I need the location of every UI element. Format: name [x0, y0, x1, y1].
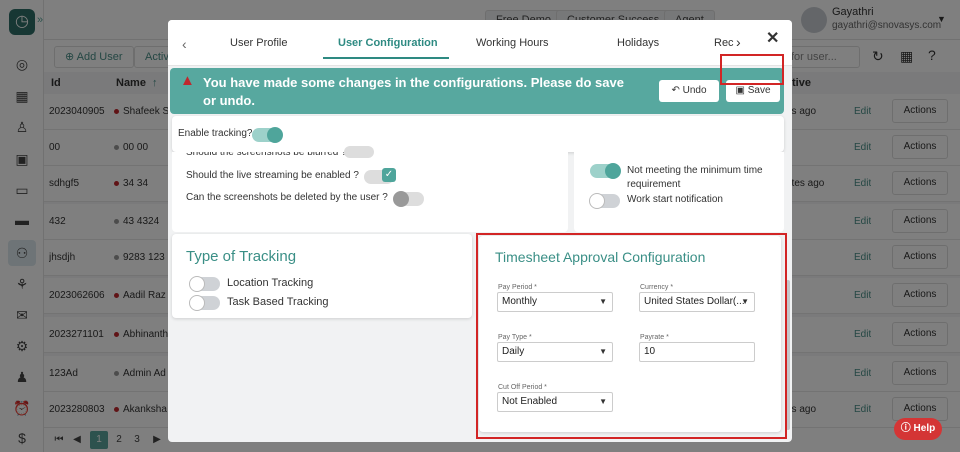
undo-icon: ↶	[671, 85, 683, 96]
check-icon[interactable]: ✓	[382, 168, 396, 182]
chevron-right-icon[interactable]: ›	[736, 34, 750, 50]
min-time-label: Not meeting the minimum time requirement	[627, 165, 763, 190]
undo-label: Undo	[682, 85, 707, 96]
unsaved-changes-banner: ▲ You have made some changes in the conf…	[170, 68, 784, 114]
location-tracking-label: Location Tracking	[227, 277, 314, 289]
warning-icon: ▲	[180, 72, 195, 89]
blur-screenshots-toggle[interactable]	[344, 146, 374, 158]
undo-button[interactable]: ↶ Undo	[659, 80, 719, 102]
delete-screenshots-label: Can the screenshots be deleted by the us…	[186, 192, 388, 203]
tab-working-hours[interactable]: Working Hours	[476, 37, 549, 49]
modal-tabs: ‹ User Profile User Configuration Workin…	[168, 20, 792, 66]
enable-tracking-card: Enable tracking?	[172, 116, 784, 152]
min-time-toggle[interactable]	[590, 163, 621, 179]
chevron-left-icon[interactable]: ‹	[182, 36, 187, 52]
type-of-tracking-title: Type of Tracking	[186, 248, 297, 265]
help-label: Help	[913, 423, 936, 434]
help-icon: ⓘ	[900, 423, 914, 434]
screenshot-settings-panel: Should the screenshots be blurred ? Shou…	[172, 146, 568, 232]
save-label: Save	[747, 85, 771, 96]
work-start-label: Work start notification	[627, 194, 723, 205]
help-button[interactable]: ⓘ Help	[894, 418, 942, 440]
work-start-toggle[interactable]	[589, 193, 620, 209]
enable-tracking-toggle[interactable]	[252, 127, 283, 143]
location-tracking-toggle[interactable]	[189, 276, 220, 292]
banner-message: You have made some changes in the config…	[203, 75, 624, 108]
timesheet-highlight	[476, 233, 787, 439]
notification-settings-panel: Not meeting the minimum time requirement…	[574, 152, 784, 232]
blur-screenshots-label: Should the screenshots be blurred ?	[186, 152, 347, 158]
enable-tracking-label: Enable tracking?	[178, 128, 253, 139]
type-of-tracking-card: Type of Tracking Location Tracking Task …	[172, 234, 472, 318]
tab-user-profile[interactable]: User Profile	[230, 37, 287, 49]
active-tab-indicator	[323, 57, 449, 59]
tab-rec[interactable]: Rec	[714, 37, 734, 49]
save-icon: ▣	[735, 85, 748, 96]
delete-screenshots-toggle[interactable]	[393, 191, 424, 207]
live-streaming-label: Should the live streaming be enabled ?	[186, 170, 359, 181]
tab-user-configuration[interactable]: User Configuration	[338, 37, 438, 49]
task-tracking-label: Task Based Tracking	[227, 296, 329, 308]
task-tracking-toggle[interactable]	[189, 295, 220, 311]
tab-holidays[interactable]: Holidays	[617, 37, 659, 49]
close-icon[interactable]: ✕	[766, 28, 779, 48]
save-highlight	[720, 54, 784, 85]
